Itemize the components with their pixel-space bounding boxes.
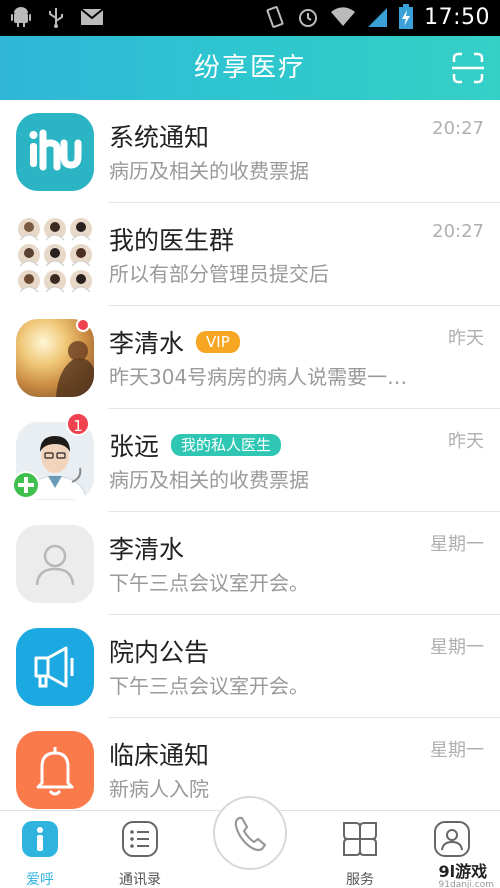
megaphone-icon (34, 646, 74, 688)
watermark-text: 9l游戏 (438, 862, 488, 881)
conversation-preview: 病历及相关的收费票据 (109, 159, 309, 183)
unread-count-badge: 1 (66, 412, 90, 436)
conversation-preview: 新病人入院 (109, 777, 209, 801)
status-left (10, 6, 104, 28)
name-text: 李清水 (109, 535, 185, 564)
tab-label: 服务 (346, 872, 374, 888)
list-item[interactable]: 李清水 VIP 昨天304号病房的病人说需要一… 昨天 (0, 306, 500, 409)
clinical-avatar (16, 731, 94, 809)
conversation-name: 张远 我的私人医生 (109, 427, 282, 463)
conversation-name: 院内公告 (109, 633, 209, 669)
list-item[interactable]: 李清水 下午三点会议室开会。 星期一 (0, 512, 500, 615)
name-text: 我的医生群 (109, 226, 235, 255)
conversation-time: 昨天 (448, 431, 484, 452)
conversation-name: 系统通知 (109, 118, 209, 154)
tab-services[interactable]: 服务 (320, 817, 400, 888)
person-placeholder-icon (35, 544, 75, 586)
name-text: 系统通知 (109, 123, 210, 152)
conversation-preview: 所以有部分管理员提交后 (109, 262, 329, 286)
vip-badge: VIP (196, 331, 240, 353)
usb-icon (49, 8, 63, 28)
conversation-name: 我的医生群 (109, 221, 234, 257)
placeholder-avatar (16, 525, 94, 603)
name-text: 张远 (109, 432, 160, 461)
bell-icon (36, 747, 74, 796)
conversation-time: 星期一 (430, 534, 484, 555)
conversation-name: 李清水 (109, 530, 184, 566)
scan-button[interactable] (450, 50, 486, 86)
android-icon (11, 7, 31, 27)
tab-label: 爱呼 (26, 872, 54, 888)
tab-label: 通讯录 (119, 872, 161, 888)
contacts-icon (122, 821, 158, 857)
list-item[interactable]: 院内公告 下午三点会议室开会。 星期一 (0, 615, 500, 718)
group-grid-icon (18, 218, 92, 293)
conversation-time: 20:27 (432, 221, 484, 242)
unread-dot (76, 318, 90, 332)
list-item[interactable]: 系统通知 病历及相关的收费票据 20:27 (0, 100, 500, 203)
info-icon (22, 821, 58, 857)
signal-icon (368, 8, 388, 27)
list-item[interactable]: 我的医生群 所以有部分管理员提交后 20:27 (0, 203, 500, 306)
conversation-time: 星期一 (430, 637, 484, 658)
name-text: 院内公告 (109, 638, 210, 667)
watermark-sub: 91danji.com (438, 880, 494, 888)
conversation-preview: 昨天304号病房的病人说需要一… (109, 365, 408, 389)
profile-icon (434, 821, 470, 857)
conversation-name: 临床通知 (109, 736, 209, 772)
announcement-avatar (16, 628, 94, 706)
tab-aihu[interactable]: 爱呼 (0, 817, 80, 888)
scan-icon (452, 52, 484, 84)
conversation-time: 昨天 (448, 328, 484, 349)
add-friend-icon (12, 471, 40, 499)
phone-icon (234, 816, 267, 852)
alarm-icon (299, 9, 318, 27)
page-title: 纷享医疗 (193, 53, 306, 83)
private-doctor-badge: 我的私人医生 (171, 434, 282, 456)
conversation-preview: 下午三点会议室开会。 (109, 674, 309, 698)
status-right: 17:50 (264, 4, 490, 30)
conversation-preview: 下午三点会议室开会。 (109, 571, 309, 595)
app-header: 纷享医疗 (0, 36, 500, 100)
status-bar: 17:50 (0, 0, 500, 36)
name-text: 临床通知 (109, 741, 210, 770)
wifi-icon (331, 7, 356, 26)
mail-icon (80, 8, 104, 25)
vibrate-icon (266, 6, 284, 28)
group-avatar (16, 216, 94, 294)
conversation-preview: 病历及相关的收费票据 (109, 468, 309, 492)
status-time: 17:50 (424, 4, 490, 30)
conversation-time: 星期一 (430, 740, 484, 761)
watermark: 9l游戏 91danji.com (439, 858, 494, 888)
name-text: 李清水 (109, 329, 185, 358)
battery-charging-icon (399, 4, 414, 29)
conversation-time: 20:27 (432, 118, 484, 139)
call-button[interactable] (213, 796, 287, 870)
conversation-name: 李清水 VIP (109, 324, 240, 360)
conversation-list[interactable]: 系统通知 病历及相关的收费票据 20:27 我的医生群 所以有部分管理员提交后 … (0, 100, 500, 810)
app-logo-icon (29, 129, 82, 171)
app-logo-avatar (16, 113, 94, 191)
services-icon (343, 822, 377, 856)
tab-contacts[interactable]: 通讯录 (100, 817, 180, 888)
